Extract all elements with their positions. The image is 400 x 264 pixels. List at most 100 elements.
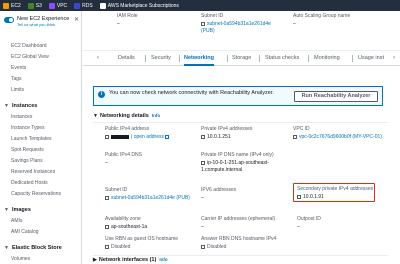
tab-details[interactable]: Details xyxy=(118,51,135,66)
external-link-icon[interactable] xyxy=(165,134,169,139)
field-value: – xyxy=(293,21,296,27)
info-link[interactable]: Info xyxy=(159,257,167,262)
favorite-marketplace[interactable]: AWS Marketplace Subscriptions xyxy=(99,2,179,9)
field-value: Disabled xyxy=(111,244,131,250)
copy-icon[interactable] xyxy=(201,160,205,165)
section-label: Instances xyxy=(11,103,38,109)
field-label: IAM Role xyxy=(117,13,138,19)
caret-down-icon: ▼ xyxy=(4,245,9,251)
copy-icon[interactable] xyxy=(201,134,205,139)
sidebar-item-spot-requests[interactable]: Spot Requests xyxy=(0,145,81,156)
availability-zone-field: Availability zone ap-southeast-1a xyxy=(105,216,147,231)
new-experience-toggle[interactable]: New EC2 Experience Tell us what you thin… xyxy=(4,16,69,27)
rbn-hostname-field: Use RBN as guest OS hostname Disabled xyxy=(105,236,178,251)
open-address-link[interactable]: | open address xyxy=(131,134,164,140)
s3-icon xyxy=(27,2,34,9)
networking-panel: i You can now check network connectivity… xyxy=(83,66,400,264)
vpc-icon xyxy=(48,2,55,9)
sidebar-section-instances[interactable]: ▼ Instances xyxy=(0,101,81,112)
service-favorites-bar: EC2 S3 VPC RDS AWS Marketplace Subscript… xyxy=(0,0,400,11)
copy-icon[interactable] xyxy=(105,244,109,249)
sidebar-item-tags[interactable]: Tags xyxy=(0,74,81,85)
favorite-label: AWS Marketplace Subscriptions xyxy=(107,2,179,9)
copy-icon[interactable] xyxy=(297,194,301,199)
sidebar-item-ec2-global-view[interactable]: EC2 Global View xyxy=(0,52,81,63)
tab-security[interactable]: Security xyxy=(151,51,171,66)
sidebar-item-volumes[interactable]: Volumes xyxy=(0,254,81,264)
copy-icon[interactable] xyxy=(201,21,205,26)
favorite-s3[interactable]: S3 xyxy=(27,2,42,9)
sidebar-item-events[interactable]: Events xyxy=(0,63,81,74)
sidebar-item-reserved-instances[interactable]: Reserved Instances xyxy=(0,167,81,178)
copy-icon[interactable] xyxy=(105,224,109,229)
network-interfaces-header[interactable]: ▶ Network interfaces (1) Info xyxy=(93,257,168,263)
field-label: Public IPv4 DNS xyxy=(105,152,142,158)
sidebar-item-launch-templates[interactable]: Launch Templates xyxy=(0,134,81,145)
field-value: – xyxy=(201,224,204,230)
rds-icon xyxy=(74,2,81,9)
field-value: – xyxy=(105,160,108,166)
sidebar-section-ebs[interactable]: ▼ Elastic Block Store xyxy=(0,243,81,254)
tab-storage[interactable]: Storage xyxy=(232,51,251,66)
info-icon: i xyxy=(98,91,105,98)
private-ipv4-field: Private IPv4 addresses 10.0.1.251 xyxy=(201,126,252,141)
sidebar-item-instances[interactable]: Instances xyxy=(0,112,81,123)
tab-monitoring[interactable]: Monitoring xyxy=(314,51,340,66)
field-label: Carrier IP addresses (ephemeral) xyxy=(201,216,276,222)
field-value: ap-southeast-1a xyxy=(111,224,148,230)
tab-usage[interactable]: Usage inst xyxy=(358,51,384,66)
redacted-ip xyxy=(111,134,129,139)
field-label: Secondary private IPv4 addresses xyxy=(297,186,374,192)
public-dns-field: Public IPv4 DNS – xyxy=(105,152,142,167)
tab-status-checks[interactable]: Status checks xyxy=(265,51,299,66)
sidebar-item-capacity-reservations[interactable]: Capacity Reservations xyxy=(0,189,81,200)
networking-details-header[interactable]: ▼ Networking details Info xyxy=(93,113,160,119)
tab-networking[interactable]: Networking xyxy=(184,51,214,66)
instance-detail-tabs: ‹ Details Security Networking Storage St… xyxy=(83,51,400,66)
sidebar-item-ec2-dashboard[interactable]: EC2 Dashboard xyxy=(0,41,81,52)
section-title: Networking details xyxy=(99,113,149,119)
caret-down-icon: ▼ xyxy=(93,113,98,119)
favorite-rds[interactable]: RDS xyxy=(74,2,93,9)
sidebar-item-amis[interactable]: AMIs xyxy=(0,216,81,227)
run-reachability-analyzer-button[interactable]: Run Reachability Analyzer xyxy=(294,91,378,102)
subnet-link[interactable]: subnet-0a594b31a1e261d4e (PUB) xyxy=(201,21,271,34)
reachability-info-alert: i You can now check network connectivity… xyxy=(93,86,383,106)
copy-icon[interactable] xyxy=(105,195,109,200)
field-label: Private IPv4 addresses xyxy=(201,126,253,132)
sidebar-item-dedicated-hosts[interactable]: Dedicated Hosts xyxy=(0,178,81,189)
info-link[interactable]: Info xyxy=(152,113,160,118)
vpc-link[interactable]: vpc-0c2c7676d9600b0f (MY-VPC-01) xyxy=(299,134,382,140)
subnet-link[interactable]: subnet-0a594b31a1e261d4e (PUB) xyxy=(111,195,190,201)
toggle-switch[interactable] xyxy=(4,17,14,23)
favorite-label: RDS xyxy=(82,2,93,9)
field-value: – xyxy=(117,21,120,27)
alert-message: You can now check network connectivity w… xyxy=(109,90,274,96)
feedback-link[interactable]: Tell us what you think xyxy=(17,22,69,27)
section-title: Network interfaces (1) xyxy=(98,257,157,263)
sidebar-item-savings-plans[interactable]: Savings Plans xyxy=(0,156,81,167)
marketplace-icon xyxy=(99,2,106,9)
subnet-id-field: Subnet ID subnet-0a594b31a1e261d4e (PUB) xyxy=(105,187,190,202)
copy-icon[interactable] xyxy=(105,134,109,139)
field-label: IPV6 addresses xyxy=(201,187,237,193)
sidebar-item-instance-types[interactable]: Instance Types xyxy=(0,123,81,134)
close-icon[interactable]: ✕ xyxy=(74,16,79,23)
copy-icon[interactable] xyxy=(201,244,205,249)
private-dns-field: Private IP DNS name (IPv4 only) ip-10-0-… xyxy=(201,152,281,173)
field-label: Public IPv4 address xyxy=(105,126,150,132)
sidebar-item-limits[interactable]: Limits xyxy=(0,85,81,96)
sidebar-section-images[interactable]: ▼ Images xyxy=(0,205,81,216)
favorite-ec2[interactable]: EC2 xyxy=(3,2,21,9)
subnet-field: Subnet ID subnet-0a594b31a1e261d4e (PUB) xyxy=(201,13,281,34)
field-label: Auto Scaling Group name xyxy=(293,13,351,19)
copy-icon[interactable] xyxy=(293,134,297,139)
sidebar-item-ami-catalog[interactable]: AMI Catalog xyxy=(0,227,81,238)
tab-scroll-right-icon[interactable]: › xyxy=(393,51,395,66)
tab-scroll-left-icon[interactable]: ‹ xyxy=(97,51,99,66)
sidebar: New EC2 Experience Tell us what you thin… xyxy=(0,11,82,264)
favorite-vpc[interactable]: VPC xyxy=(48,2,67,9)
field-value: Disabled xyxy=(207,244,227,250)
favorite-label: S3 xyxy=(35,2,42,9)
field-label: Subnet ID xyxy=(105,187,128,193)
